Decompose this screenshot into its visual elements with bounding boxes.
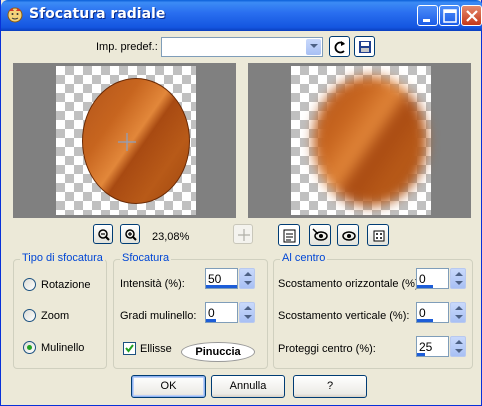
close-icon (466, 10, 478, 22)
dialog-window: Sfocatura radiale Imp. predef.: 23,08% T… (0, 0, 482, 406)
ellipse-checkbox[interactable] (123, 342, 136, 355)
checkmark-icon (125, 344, 134, 353)
twist-slider-bar[interactable] (206, 319, 216, 322)
h-offset-slider-bar[interactable] (417, 285, 433, 288)
radio-mulinello[interactable] (23, 341, 36, 354)
maximize-icon (443, 9, 457, 23)
radio-mulinello-label[interactable]: Mulinello (41, 342, 84, 354)
spin-arrows-icon[interactable] (239, 302, 255, 323)
center-crosshair-icon[interactable] (14, 64, 236, 218)
zoom-out-button[interactable] (93, 224, 113, 244)
spin-arrows-icon[interactable] (450, 302, 466, 323)
twist-spinner[interactable]: 0 (205, 302, 255, 323)
view-right-button[interactable] (337, 224, 359, 246)
save-preset-button[interactable] (354, 36, 375, 57)
proof-toggle-button[interactable] (278, 224, 300, 246)
protect-center-label: Proteggi centro (%): (278, 343, 376, 355)
v-offset-slider-bar[interactable] (417, 319, 433, 322)
intensity-slider-bar[interactable] (206, 285, 237, 288)
blur-group-title: Sfocatura (120, 252, 172, 264)
window-title: Sfocatura radiale (29, 6, 166, 22)
intensity-label: Intensità (%): (120, 278, 185, 290)
close-button[interactable] (461, 5, 482, 26)
protect-center-spinner[interactable]: 25 (416, 336, 466, 357)
minimize-icon (423, 19, 430, 22)
help-button[interactable]: ? (293, 375, 367, 398)
source-preview[interactable] (13, 63, 236, 218)
move-button[interactable] (233, 224, 253, 244)
app-icon (6, 6, 24, 24)
ellipse-label[interactable]: Ellisse (140, 343, 172, 355)
radio-zoom[interactable] (23, 309, 36, 322)
ok-button[interactable]: OK (131, 375, 206, 398)
blur-type-title: Tipo di sfocatura (20, 252, 105, 264)
blurred-image (313, 76, 427, 206)
spin-arrows-icon[interactable] (450, 336, 466, 357)
radio-rotazione[interactable] (23, 278, 36, 291)
radio-zoom-label[interactable]: Zoom (41, 310, 69, 322)
v-offset-label: Scostamento verticale (%): (278, 310, 410, 322)
title-bar[interactable]: Sfocatura radiale (1, 0, 482, 31)
cancel-button[interactable]: Annulla (211, 375, 285, 398)
result-preview[interactable] (248, 63, 471, 218)
spin-arrows-icon[interactable] (450, 268, 466, 289)
save-icon (359, 41, 371, 53)
zoom-out-icon (98, 229, 110, 241)
reset-preset-button[interactable] (329, 36, 350, 57)
radio-rotazione-label[interactable]: Rotazione (41, 279, 91, 291)
random-icon (373, 230, 385, 242)
center-group-title: Al centro (280, 252, 328, 264)
random-button[interactable] (367, 224, 389, 246)
h-offset-spinner[interactable]: 0 (416, 268, 466, 289)
signature-badge: Pinuccia (181, 342, 255, 362)
preset-label: Imp. predef.: (96, 41, 158, 53)
v-offset-spinner[interactable]: 0 (416, 302, 466, 323)
protect-center-slider-bar[interactable] (417, 353, 425, 356)
spin-arrows-icon[interactable] (239, 268, 255, 289)
zoom-level: 23,08% (152, 231, 190, 243)
view-left-icon (312, 228, 328, 241)
zoom-in-button[interactable] (120, 224, 140, 244)
view-right-icon (342, 231, 356, 241)
twist-label: Gradi mulinello: (120, 310, 197, 322)
maximize-button[interactable] (439, 5, 460, 26)
reset-icon (334, 41, 345, 54)
minimize-button[interactable] (417, 5, 438, 26)
view-left-button[interactable] (309, 224, 331, 246)
chevron-down-icon[interactable] (306, 39, 321, 55)
zoom-in-icon (125, 229, 137, 241)
intensity-spinner[interactable]: 50 (205, 268, 255, 289)
proof-icon (283, 229, 296, 243)
preset-dropdown[interactable] (161, 37, 323, 57)
move-icon (238, 229, 250, 241)
h-offset-label: Scostamento orizzontale (%): (278, 278, 422, 290)
